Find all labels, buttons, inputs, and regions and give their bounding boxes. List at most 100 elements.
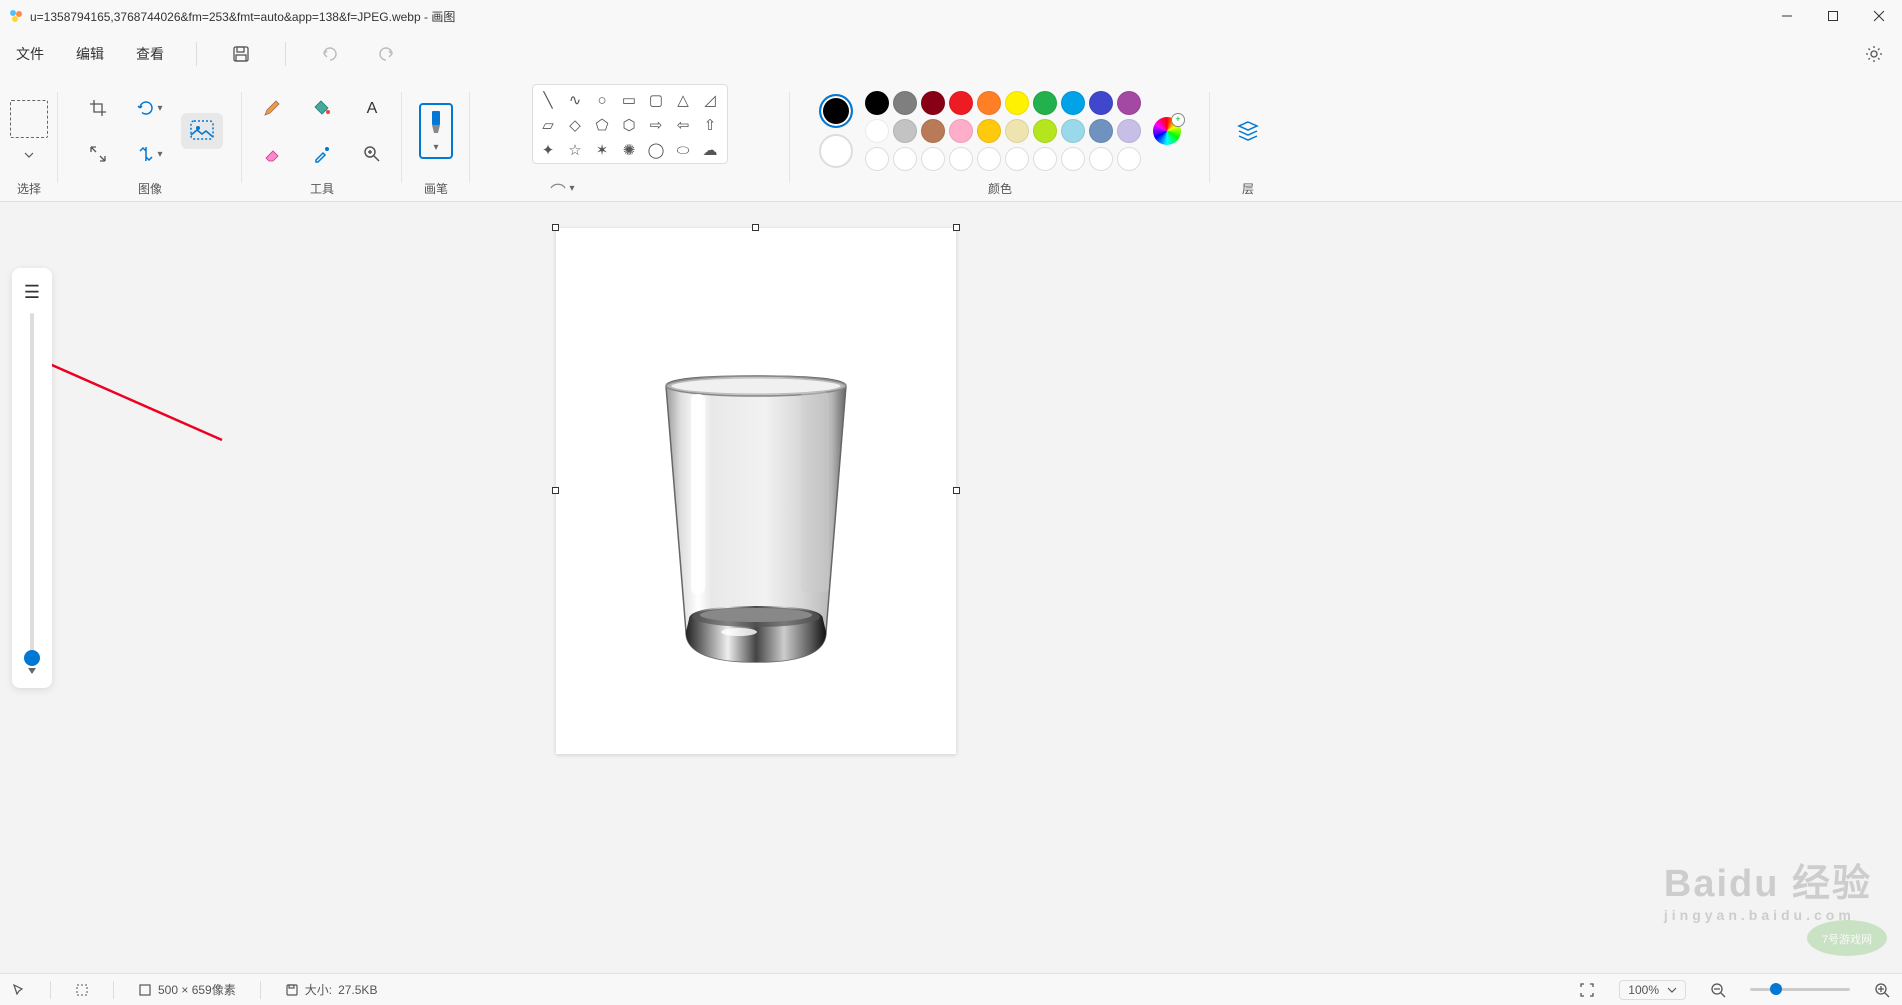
color-swatch-empty[interactable]	[893, 147, 917, 171]
close-button[interactable]	[1856, 0, 1902, 32]
flip-tool[interactable]: ▾	[132, 138, 168, 170]
ribbon-group-colors: 颜色	[790, 80, 1210, 199]
color-swatch[interactable]	[893, 119, 917, 143]
image-label: 图像	[138, 180, 162, 197]
shape-triangle[interactable]: △	[672, 89, 694, 111]
shape-hexagon[interactable]: ⬡	[618, 114, 640, 136]
shape-arrow-left[interactable]: ⇦	[672, 114, 694, 136]
shape-roundrect[interactable]: ▢	[645, 89, 667, 111]
resize-handle[interactable]	[953, 224, 960, 231]
resize-tool[interactable]	[80, 138, 116, 170]
color-swatch[interactable]	[1089, 119, 1113, 143]
zoom-out-button[interactable]	[1710, 982, 1726, 998]
shape-right-triangle[interactable]: ◿	[699, 89, 721, 111]
zoom-level-dropdown[interactable]: 100%	[1619, 980, 1686, 1000]
eyedropper-tool[interactable]	[304, 138, 340, 170]
fill-tool[interactable]	[304, 92, 340, 124]
color-swatch[interactable]	[1061, 91, 1085, 115]
text-tool[interactable]: A	[354, 92, 390, 124]
shapes-panel[interactable]: ╲ ∿ ○ ▭ ▢ △ ◿ ▱ ◇ ⬠ ⬡ ⇨ ⇦ ⇧ ✦ ☆ ✶	[532, 84, 728, 164]
shape-arrow-up[interactable]: ⇧	[699, 114, 721, 136]
color-swatch[interactable]	[1033, 119, 1057, 143]
color-swatch[interactable]	[865, 119, 889, 143]
redo-button[interactable]	[370, 38, 402, 70]
shape-rect[interactable]: ▭	[618, 89, 640, 111]
shape-callout-round[interactable]: ◯	[645, 139, 667, 161]
shape-diamond[interactable]: ◇	[564, 114, 586, 136]
color-primary[interactable]	[819, 94, 853, 128]
color-swatch[interactable]	[893, 91, 917, 115]
shape-cloud[interactable]: ☁	[699, 139, 721, 161]
shape-curve[interactable]: ∿	[564, 89, 586, 111]
svg-text:A: A	[367, 100, 378, 117]
color-swatch-empty[interactable]	[865, 147, 889, 171]
minimize-button[interactable]	[1764, 0, 1810, 32]
shape-outline[interactable]: ▾	[544, 172, 580, 204]
canvas-dimensions: 500 × 659像素	[138, 981, 236, 998]
color-secondary[interactable]	[819, 134, 853, 168]
shape-line[interactable]: ╲	[537, 89, 559, 111]
svg-text:7号游戏网: 7号游戏网	[1822, 933, 1872, 946]
canvas[interactable]	[556, 228, 956, 754]
zoom-slider[interactable]	[1750, 988, 1850, 991]
color-swatch-empty[interactable]	[1005, 147, 1029, 171]
color-swatch[interactable]	[977, 91, 1001, 115]
color-swatch-empty[interactable]	[949, 147, 973, 171]
zoom-in-button[interactable]	[1874, 982, 1890, 998]
menu-file[interactable]: 文件	[12, 38, 48, 70]
color-swatch-empty[interactable]	[1089, 147, 1113, 171]
brush-size-slider[interactable]: ☰	[12, 268, 52, 688]
app-icon	[8, 8, 24, 24]
shape-star5[interactable]: ☆	[564, 139, 586, 161]
resize-handle[interactable]	[552, 224, 559, 231]
color-swatch[interactable]	[1117, 119, 1141, 143]
color-swatch[interactable]	[1089, 91, 1113, 115]
color-swatch-empty[interactable]	[1061, 147, 1085, 171]
color-swatch[interactable]	[1005, 119, 1029, 143]
color-swatch-empty[interactable]	[977, 147, 1001, 171]
image-tool[interactable]	[181, 113, 223, 149]
shape-callout[interactable]: ⬭	[672, 139, 694, 161]
brush-tool[interactable]: ▾	[419, 103, 453, 159]
color-swatch-empty[interactable]	[1033, 147, 1057, 171]
color-swatch[interactable]	[865, 91, 889, 115]
pencil-tool[interactable]	[254, 92, 290, 124]
color-swatch-empty[interactable]	[921, 147, 945, 171]
resize-handle[interactable]	[752, 224, 759, 231]
shape-pentagon[interactable]: ⬠	[591, 114, 613, 136]
color-swatch[interactable]	[1005, 91, 1029, 115]
fit-screen-button[interactable]	[1579, 982, 1595, 998]
edit-colors-button[interactable]	[1153, 117, 1181, 145]
shape-arrow-right[interactable]: ⇨	[645, 114, 667, 136]
color-swatch-empty[interactable]	[1117, 147, 1141, 171]
color-swatch[interactable]	[921, 119, 945, 143]
color-swatch[interactable]	[977, 119, 1001, 143]
resize-handle[interactable]	[953, 487, 960, 494]
magnifier-tool[interactable]	[354, 138, 390, 170]
crop-tool[interactable]	[80, 92, 116, 124]
color-swatch[interactable]	[1033, 91, 1057, 115]
color-swatch[interactable]	[1061, 119, 1085, 143]
menu-view[interactable]: 查看	[132, 38, 168, 70]
shape-polygon[interactable]: ▱	[537, 114, 559, 136]
undo-button[interactable]	[314, 38, 346, 70]
shape-oval[interactable]: ○	[591, 89, 613, 111]
shape-burst[interactable]: ✺	[618, 139, 640, 161]
maximize-button[interactable]	[1810, 0, 1856, 32]
color-palette	[865, 91, 1141, 171]
layers-button[interactable]	[1230, 115, 1266, 147]
resize-handle[interactable]	[552, 487, 559, 494]
menu-edit[interactable]: 编辑	[72, 38, 108, 70]
shape-star6[interactable]: ✶	[591, 139, 613, 161]
color-swatch[interactable]	[949, 91, 973, 115]
select-dropdown[interactable]	[19, 148, 39, 162]
color-swatch[interactable]	[949, 119, 973, 143]
rotate-tool[interactable]: ▾	[132, 92, 168, 124]
settings-button[interactable]	[1858, 38, 1890, 70]
select-tool[interactable]	[10, 100, 48, 138]
eraser-tool[interactable]	[254, 138, 290, 170]
color-swatch[interactable]	[1117, 91, 1141, 115]
color-swatch[interactable]	[921, 91, 945, 115]
save-button[interactable]	[225, 38, 257, 70]
shape-star4[interactable]: ✦	[537, 139, 559, 161]
